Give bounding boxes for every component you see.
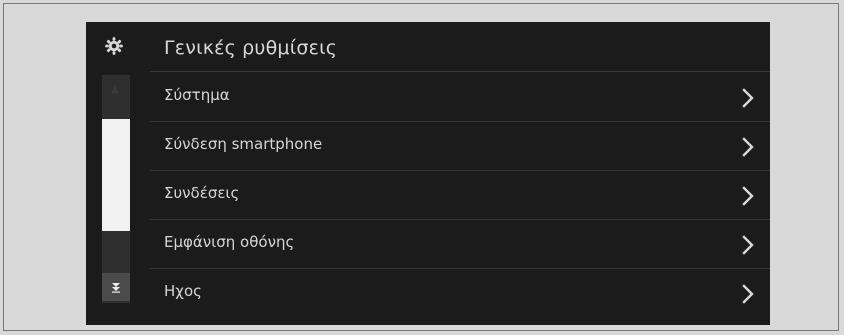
scroll-down-icon <box>112 283 120 293</box>
settings-screen: Γενικές ρυθμίσεις ▲ Σύστημα Σύνδεση smar… <box>86 22 770 325</box>
scroll-down-button[interactable] <box>102 273 130 301</box>
menu-item-smartphone-connection[interactable]: Σύνδεση smartphone <box>150 122 770 171</box>
scroll-up-icon[interactable]: ▲ <box>111 85 119 95</box>
menu-item-label: Εμφάνιση οθόνης <box>164 233 295 251</box>
menu-item-label: Ηχος <box>164 282 202 300</box>
menu-item-system[interactable]: Σύστημα <box>150 73 770 122</box>
menu-item-label: Συνδέσεις <box>164 184 240 202</box>
scroll-thumb[interactable] <box>102 119 130 231</box>
gear-icon <box>105 37 123 55</box>
chevron-right-icon <box>742 137 754 157</box>
chevron-right-icon <box>742 88 754 108</box>
scrollbar[interactable]: ▲ <box>102 75 130 303</box>
header-divider <box>150 71 770 72</box>
header: Γενικές ρυθμίσεις <box>86 22 770 72</box>
chevron-right-icon <box>742 284 754 304</box>
menu-item-label: Σύστημα <box>164 86 230 104</box>
page-title: Γενικές ρυθμίσεις <box>164 37 338 59</box>
menu-item-label: Σύνδεση smartphone <box>164 135 323 153</box>
menu-item-display[interactable]: Εμφάνιση οθόνης <box>150 220 770 269</box>
settings-menu: Σύστημα Σύνδεση smartphone Συνδέσεις Εμφ… <box>150 73 770 318</box>
menu-item-sound[interactable]: Ηχος <box>150 269 770 318</box>
page-frame: Γενικές ρυθμίσεις ▲ Σύστημα Σύνδεση smar… <box>3 3 839 331</box>
menu-item-connections[interactable]: Συνδέσεις <box>150 171 770 220</box>
chevron-right-icon <box>742 186 754 206</box>
chevron-right-icon <box>742 235 754 255</box>
